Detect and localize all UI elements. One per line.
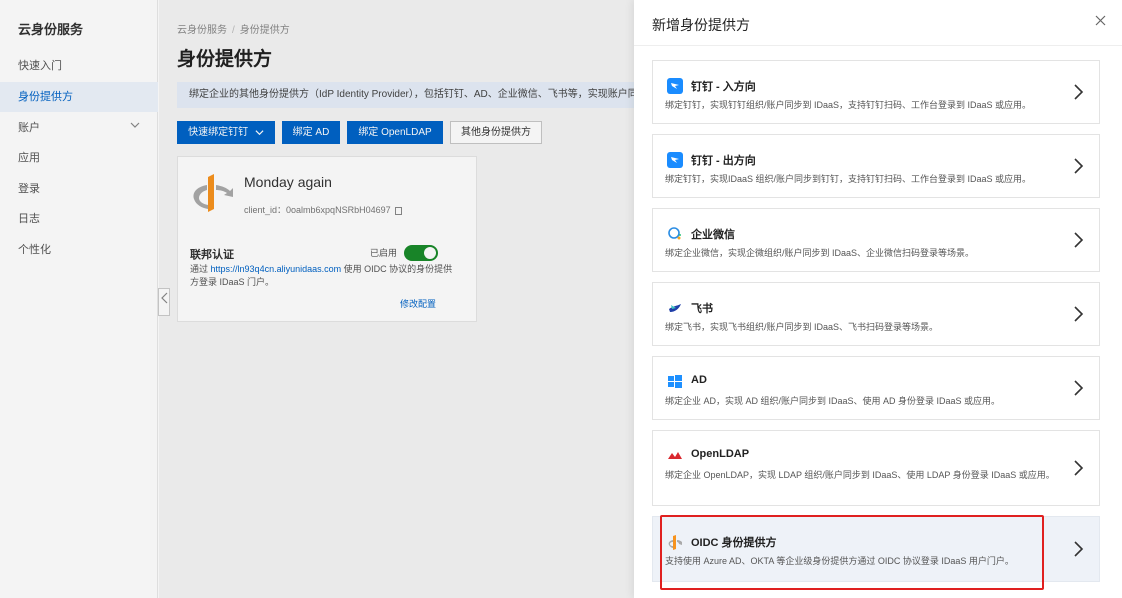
chevron-right-icon — [1071, 305, 1085, 323]
chevron-right-icon — [1071, 83, 1085, 101]
dingtalk-icon — [667, 78, 683, 94]
drawer-header: 新增身份提供方 — [634, 0, 1122, 46]
chevron-right-icon — [1071, 379, 1085, 397]
drawer-title: 新增身份提供方 — [652, 17, 750, 33]
openid-icon — [667, 534, 683, 550]
chevron-right-icon — [1071, 540, 1085, 558]
provider-option-desc: 绑定企业 OpenLDAP，实现 LDAP 组织/账户同步到 IDaaS、使用 … — [665, 470, 1055, 480]
provider-option-desc: 绑定企业微信，实现企微组织/账户同步到 IDaaS、企业微信扫码登录等场景。 — [665, 248, 975, 258]
add-provider-drawer: 新增身份提供方 钉钉 - 入方向 绑定钉钉，实现钉钉组织/账户同步到 IDaaS… — [634, 0, 1122, 598]
windows-icon — [667, 374, 683, 390]
provider-option-openldap[interactable]: OpenLDAP 绑定企业 OpenLDAP，实现 LDAP 组织/账户同步到 … — [652, 430, 1100, 506]
wecom-icon — [667, 226, 683, 242]
provider-option-name: 钉钉 - 出方向 — [691, 155, 756, 167]
close-icon[interactable] — [1095, 14, 1106, 30]
provider-option-name: 企业微信 — [691, 229, 735, 241]
provider-option-desc: 绑定企业 AD，实现 AD 组织/账户同步到 IDaaS、使用 AD 身份登录 … — [665, 396, 1001, 406]
provider-option-ad[interactable]: AD 绑定企业 AD，实现 AD 组织/账户同步到 IDaaS、使用 AD 身份… — [652, 356, 1100, 420]
provider-option-dingtalk-inbound[interactable]: 钉钉 - 入方向 绑定钉钉，实现钉钉组织/账户同步到 IDaaS，支持钉钉扫码、… — [652, 60, 1100, 124]
provider-option-desc: 绑定钉钉，实现IDaaS 组织/账户同步到钉钉，支持钉钉扫码、工作台登录到 ID… — [665, 174, 1032, 184]
feishu-icon — [667, 300, 683, 316]
provider-option-name: 钉钉 - 入方向 — [691, 81, 756, 93]
provider-option-dingtalk-outbound[interactable]: 钉钉 - 出方向 绑定钉钉，实现IDaaS 组织/账户同步到钉钉，支持钉钉扫码、… — [652, 134, 1100, 198]
provider-option-desc: 支持使用 Azure AD、OKTA 等企业级身份提供方通过 OIDC 协议登录… — [665, 556, 1014, 566]
chevron-right-icon — [1071, 157, 1085, 175]
chevron-right-icon — [1071, 231, 1085, 249]
provider-option-name: AD — [691, 374, 707, 386]
provider-option-name: OpenLDAP — [691, 448, 750, 460]
provider-option-wecom[interactable]: 企业微信 绑定企业微信，实现企微组织/账户同步到 IDaaS、企业微信扫码登录等… — [652, 208, 1100, 272]
provider-option-oidc[interactable]: OIDC 身份提供方 支持使用 Azure AD、OKTA 等企业级身份提供方通… — [652, 516, 1100, 582]
modal-overlay[interactable] — [0, 0, 634, 598]
provider-option-desc: 绑定钉钉，实现钉钉组织/账户同步到 IDaaS，支持钉钉扫码、工作台登录到 ID… — [665, 100, 1032, 110]
provider-option-desc: 绑定飞书，实现飞书组织/账户同步到 IDaaS、飞书扫码登录等场景。 — [665, 322, 939, 332]
provider-option-name: 飞书 — [691, 303, 713, 315]
provider-option-feishu[interactable]: 飞书 绑定飞书，实现飞书组织/账户同步到 IDaaS、飞书扫码登录等场景。 — [652, 282, 1100, 346]
dingtalk-icon — [667, 152, 683, 168]
openldap-icon — [667, 448, 683, 464]
provider-option-name: OIDC 身份提供方 — [691, 537, 777, 549]
chevron-right-icon — [1071, 459, 1085, 477]
